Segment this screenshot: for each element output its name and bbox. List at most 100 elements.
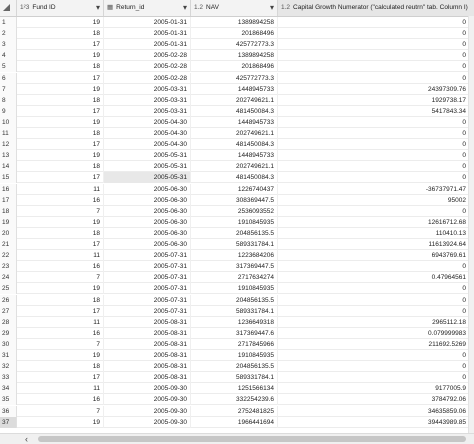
cell-nav[interactable]: 481450084.3 (191, 105, 278, 117)
row-number[interactable]: 35 (0, 394, 17, 406)
cell-fund-id[interactable]: 11 (17, 316, 104, 328)
cell-fund-id[interactable]: 19 (17, 350, 104, 361)
cell-capital-growth[interactable]: 0 (278, 295, 469, 306)
cell-return-id[interactable]: 2005-06-30 (104, 183, 191, 195)
table-row[interactable]: 5 18 2005-02-28 201868496 0 (0, 61, 474, 73)
cell-nav[interactable]: 317369447.5 (191, 261, 278, 273)
cell-fund-id[interactable]: 7 (17, 205, 104, 217)
cell-fund-id[interactable]: 7 (17, 272, 104, 284)
table-row[interactable]: 20 18 2005-06-30 204856135.5 110410.13 (0, 227, 474, 239)
cell-capital-growth[interactable]: 5417843.34 (278, 106, 469, 117)
cell-return-id[interactable]: 2005-02-28 (104, 61, 191, 73)
cell-nav[interactable]: 202749621.1 (191, 128, 278, 139)
cell-return-id[interactable]: 2005-08-31 (104, 361, 191, 373)
cell-fund-id[interactable]: 18 (17, 294, 104, 306)
cell-fund-id[interactable]: 11 (17, 183, 104, 195)
cell-capital-growth[interactable]: 211692.5269 (278, 339, 469, 350)
cell-fund-id[interactable]: 18 (17, 94, 104, 106)
cell-return-id[interactable]: 2005-06-30 (104, 194, 191, 206)
cell-fund-id[interactable]: 17 (17, 239, 104, 250)
table-row[interactable]: 10 19 2005-04-30 1448945733 0 (0, 116, 474, 128)
cell-return-id[interactable]: 2005-04-30 (104, 116, 191, 128)
row-number[interactable]: 8 (0, 94, 17, 106)
cell-capital-growth[interactable]: 6943769.61 (278, 250, 469, 261)
cell-fund-id[interactable]: 18 (17, 28, 104, 40)
cell-nav[interactable]: 1910845935 (191, 216, 278, 228)
cell-fund-id[interactable]: 19 (17, 150, 104, 162)
cell-capital-growth[interactable]: 3784792.06 (278, 394, 469, 405)
cell-capital-growth[interactable]: 0 (278, 361, 469, 372)
cell-capital-growth[interactable]: 0 (278, 139, 469, 150)
row-number[interactable]: 12 (0, 139, 17, 151)
row-number[interactable]: 9 (0, 105, 17, 117)
chevron-down-icon[interactable]: ▾ (270, 0, 274, 16)
cell-nav[interactable]: 481450084.3 (191, 139, 278, 151)
table-row[interactable]: 8 18 2005-03-31 202749621.1 1929738.17 (0, 94, 474, 106)
cell-return-id[interactable]: 2005-07-31 (104, 261, 191, 273)
whole-number-type-icon[interactable]: 1²3 (20, 4, 29, 11)
table-row[interactable]: 31 19 2005-08-31 1910845935 0 (0, 350, 474, 362)
cell-fund-id[interactable]: 18 (17, 161, 104, 173)
cell-nav[interactable]: 1448945733 (191, 116, 278, 128)
table-row[interactable]: 14 18 2005-05-31 202749621.1 0 (0, 161, 474, 173)
row-number[interactable]: 20 (0, 227, 17, 239)
row-number[interactable]: 18 (0, 205, 17, 217)
cell-nav[interactable]: 589331784.1 (191, 239, 278, 250)
cell-return-id[interactable]: 2005-08-31 (104, 350, 191, 361)
cell-capital-growth[interactable]: 2965112.18 (278, 317, 469, 328)
row-number[interactable]: 4 (0, 50, 17, 62)
date-type-icon[interactable]: ▦ (107, 4, 113, 11)
cell-nav[interactable]: 1236649318 (191, 316, 278, 328)
cell-capital-growth[interactable]: 1929738.17 (278, 95, 469, 106)
cell-capital-growth[interactable]: 0.079999983 (278, 328, 469, 339)
cell-capital-growth[interactable]: 34635859.06 (278, 406, 469, 417)
cell-return-id[interactable]: 2005-08-31 (104, 316, 191, 328)
table-row[interactable]: 15 17 2005-05-31 481450084.3 0 (0, 172, 474, 184)
horizontal-scrollbar[interactable]: ‹ (0, 433, 474, 444)
cell-fund-id[interactable]: 17 (17, 72, 104, 84)
cell-return-id[interactable]: 2005-09-30 (104, 405, 191, 417)
cell-fund-id[interactable]: 19 (17, 283, 104, 295)
select-all-corner[interactable] (0, 0, 17, 16)
cell-nav[interactable]: 2536093552 (191, 205, 278, 217)
cell-fund-id[interactable]: 11 (17, 383, 104, 395)
row-number[interactable]: 22 (0, 250, 17, 262)
cell-capital-growth[interactable]: 0 (278, 50, 469, 61)
cell-nav[interactable]: 317369447.6 (191, 327, 278, 339)
cell-return-id[interactable]: 2005-05-31 (104, 172, 191, 184)
cell-fund-id[interactable]: 19 (17, 50, 104, 62)
row-number[interactable]: 6 (0, 72, 17, 84)
cell-fund-id[interactable]: 16 (17, 261, 104, 273)
table-row[interactable]: 26 18 2005-07-31 204856135.5 0 (0, 294, 474, 306)
cell-return-id[interactable]: 2005-09-30 (104, 383, 191, 395)
table-row[interactable]: 32 18 2005-08-31 204856135.5 0 (0, 361, 474, 373)
cell-fund-id[interactable]: 16 (17, 394, 104, 406)
cell-nav[interactable]: 202749621.1 (191, 94, 278, 106)
cell-return-id[interactable]: 2005-01-31 (104, 17, 191, 28)
table-row[interactable]: 37 19 2005-09-30 1966441694 39443989.85 (0, 416, 474, 428)
scroll-left-icon[interactable]: ‹ (25, 434, 28, 444)
row-number[interactable]: 2 (0, 28, 17, 40)
cell-fund-id[interactable]: 11 (17, 250, 104, 262)
cell-nav[interactable]: 201868496 (191, 28, 278, 40)
row-number[interactable]: 33 (0, 372, 17, 384)
cell-capital-growth[interactable]: 0 (278, 206, 469, 217)
table-row[interactable]: 23 16 2005-07-31 317369447.5 0 (0, 261, 474, 273)
table-row[interactable]: 18 7 2005-06-30 2536093552 0 (0, 205, 474, 217)
cell-return-id[interactable]: 2005-03-31 (104, 94, 191, 106)
cell-nav[interactable]: 201868496 (191, 61, 278, 73)
row-number[interactable]: 36 (0, 405, 17, 417)
cell-return-id[interactable]: 2005-07-31 (104, 294, 191, 306)
table-row[interactable]: 17 16 2005-06-30 308369447.5 95002 (0, 194, 474, 206)
cell-fund-id[interactable]: 16 (17, 327, 104, 339)
column-header-capital-growth[interactable]: 1.2 Capital Growth Numerator ("calculated… (278, 0, 474, 16)
cell-fund-id[interactable]: 19 (17, 17, 104, 28)
cell-nav[interactable]: 204856135.5 (191, 361, 278, 373)
cell-fund-id[interactable]: 17 (17, 139, 104, 151)
row-number[interactable]: 28 (0, 316, 17, 328)
table-row[interactable]: 19 19 2005-06-30 1910845935 12616712.68 (0, 216, 474, 228)
table-row[interactable]: 9 17 2005-03-31 481450084.3 5417843.34 (0, 105, 474, 117)
cell-fund-id[interactable]: 17 (17, 305, 104, 317)
cell-capital-growth[interactable]: 0 (278, 306, 469, 317)
table-row[interactable]: 33 17 2005-08-31 589331784.1 0 (0, 372, 474, 384)
